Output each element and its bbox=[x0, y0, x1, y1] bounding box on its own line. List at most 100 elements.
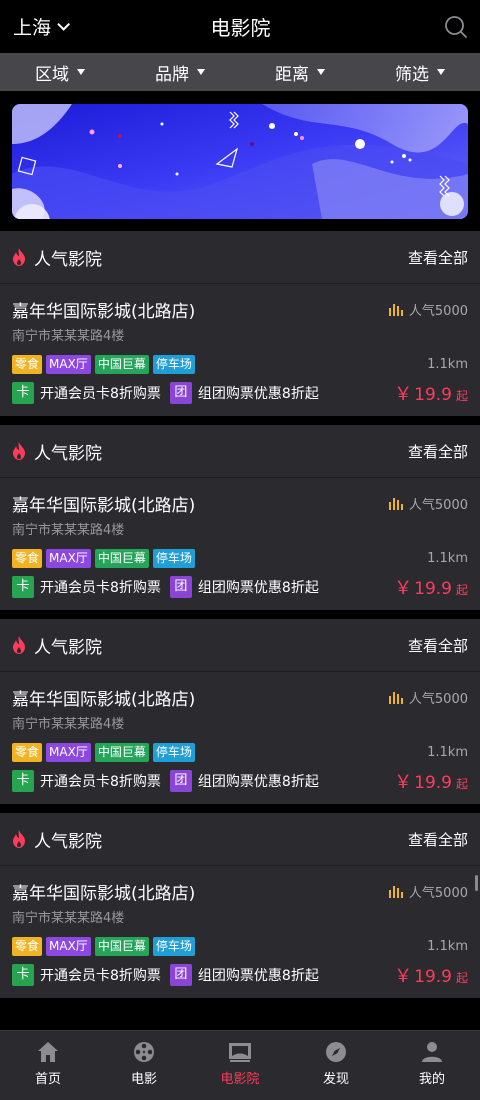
app-root: 上海 电影院 区域 品牌 距离 筛选 人气影院 查看全部 嘉年华国际影城(北路店… bbox=[0, 0, 480, 1100]
price-value: 19.9 bbox=[414, 579, 452, 599]
nav-label: 电影 bbox=[130, 1072, 157, 1087]
view-all-link[interactable]: 查看全部 bbox=[408, 247, 468, 268]
price: ￥ 19.9 起 bbox=[394, 768, 468, 794]
promo-group-text: 组团购票优惠8折起 bbox=[197, 386, 319, 402]
caret-down-icon bbox=[317, 69, 325, 75]
filter-label: 区域 bbox=[35, 64, 69, 85]
tag-max: MAX厅 bbox=[46, 936, 91, 956]
nav-cinemas[interactable]: 电影院 bbox=[192, 1031, 288, 1100]
tag-giant-screen: 中国巨幕 bbox=[94, 548, 149, 568]
city-label: 上海 bbox=[13, 17, 52, 39]
popularity-text: 人气5000 bbox=[408, 885, 468, 901]
distance: 1.1km bbox=[427, 938, 468, 954]
filter-area[interactable]: 区域 bbox=[0, 60, 120, 85]
card-badge: 卡 bbox=[12, 382, 34, 404]
flame-icon bbox=[12, 248, 26, 266]
bar-chart-icon bbox=[388, 496, 403, 510]
tag-max: MAX厅 bbox=[46, 548, 91, 568]
city-selector[interactable]: 上海 bbox=[13, 13, 93, 40]
promo-group: 团组团购票优惠8折起 bbox=[169, 576, 319, 598]
group-badge: 团 bbox=[169, 770, 192, 792]
cinema-address: 南宁市某某某路4楼 bbox=[12, 717, 125, 732]
tag-parking: 停车场 bbox=[152, 742, 195, 762]
price: ￥ 19.9 起 bbox=[394, 380, 468, 406]
view-all-link[interactable]: 查看全部 bbox=[408, 829, 468, 850]
filter-more[interactable]: 筛选 bbox=[360, 60, 480, 85]
popularity: 人气5000 bbox=[388, 688, 468, 707]
tag-snack: 零食 bbox=[12, 742, 43, 762]
tag-parking: 停车场 bbox=[152, 354, 195, 374]
cinema-card[interactable]: 嘉年华国际影城(北路店) 人气5000 南宁市某某某路4楼 零食 MAX厅 中国… bbox=[0, 672, 480, 804]
price-suffix: 起 bbox=[455, 777, 468, 791]
view-all-link[interactable]: 查看全部 bbox=[408, 441, 468, 462]
currency-symbol: ￥ bbox=[394, 578, 413, 599]
feature-tags: 零食 MAX厅 中国巨幕 停车场 bbox=[12, 354, 195, 374]
flame-icon bbox=[12, 636, 26, 654]
cinema-address: 南宁市某某某路4楼 bbox=[12, 911, 125, 926]
section-header: 人气影院 查看全部 bbox=[0, 619, 480, 672]
section-header: 人气影院 查看全部 bbox=[0, 425, 480, 478]
filter-distance[interactable]: 距离 bbox=[240, 60, 360, 85]
nav-home[interactable]: 首页 bbox=[0, 1031, 96, 1100]
section-title-wrap: 人气影院 bbox=[12, 827, 102, 852]
price: ￥ 19.9 起 bbox=[394, 962, 468, 988]
scrollbar-thumb[interactable] bbox=[475, 875, 478, 891]
cinema-screen-icon bbox=[229, 1043, 251, 1062]
tag-parking: 停车场 bbox=[152, 936, 195, 956]
nav-profile[interactable]: 我的 bbox=[384, 1031, 480, 1100]
feature-tags: 零食 MAX厅 中国巨幕 停车场 bbox=[12, 936, 195, 956]
card-badge: 卡 bbox=[12, 576, 34, 598]
search-icon bbox=[445, 15, 467, 38]
home-icon bbox=[38, 1042, 58, 1062]
cinema-address: 南宁市某某某路4楼 bbox=[12, 329, 125, 344]
search-button[interactable] bbox=[388, 15, 468, 39]
cinema-card[interactable]: 嘉年华国际影城(北路店) 人气5000 南宁市某某某路4楼 零食 MAX厅 中国… bbox=[0, 866, 480, 998]
view-all-link[interactable]: 查看全部 bbox=[408, 635, 468, 656]
cinema-section: 人气影院 查看全部 嘉年华国际影城(北路店) 人气5000 南宁市某某某路4楼 … bbox=[0, 425, 480, 610]
feature-tags: 零食 MAX厅 中国巨幕 停车场 bbox=[12, 742, 195, 762]
cinema-name: 嘉年华国际影城(北路店) bbox=[12, 883, 196, 904]
section-title: 人气影院 bbox=[34, 249, 102, 270]
price-value: 19.9 bbox=[414, 773, 452, 793]
bar-chart-icon bbox=[388, 690, 403, 704]
nav-label: 我的 bbox=[418, 1072, 445, 1087]
tag-max: MAX厅 bbox=[46, 354, 91, 374]
promo-group: 团组团购票优惠8折起 bbox=[169, 770, 319, 792]
promos: 卡开通会员卡8折购票 团组团购票优惠8折起 bbox=[12, 964, 328, 986]
cinema-name: 嘉年华国际影城(北路店) bbox=[12, 495, 196, 516]
cinema-section: 人气影院 查看全部 嘉年华国际影城(北路店) 人气5000 南宁市某某某路4楼 … bbox=[0, 813, 480, 998]
bottom-nav: 首页 电影 电影院 发现 我的 bbox=[0, 1030, 480, 1100]
bar-chart-icon bbox=[388, 884, 403, 898]
group-badge: 团 bbox=[169, 576, 192, 598]
card-badge: 卡 bbox=[12, 770, 34, 792]
currency-symbol: ￥ bbox=[394, 966, 413, 987]
promo-banner[interactable] bbox=[12, 104, 468, 219]
cinema-card[interactable]: 嘉年华国际影城(北路店) 人气5000 南宁市某某某路4楼 零食 MAX厅 中国… bbox=[0, 478, 480, 610]
cinema-card[interactable]: 嘉年华国际影城(北路店) 人气5000 南宁市某某某路4楼 零食 MAX厅 中国… bbox=[0, 284, 480, 416]
flame-icon bbox=[12, 442, 26, 460]
popularity-text: 人气5000 bbox=[408, 691, 468, 707]
nav-discover[interactable]: 发现 bbox=[288, 1031, 384, 1100]
popularity-text: 人气5000 bbox=[408, 497, 468, 513]
filter-label: 品牌 bbox=[155, 64, 189, 85]
user-icon bbox=[422, 1042, 442, 1062]
tag-giant-screen: 中国巨幕 bbox=[94, 354, 149, 374]
price-suffix: 起 bbox=[455, 583, 468, 597]
group-badge: 团 bbox=[169, 382, 192, 404]
currency-symbol: ￥ bbox=[394, 772, 413, 793]
promos: 卡开通会员卡8折购票 团组团购票优惠8折起 bbox=[12, 382, 328, 404]
nav-label: 首页 bbox=[34, 1072, 61, 1087]
section-title-wrap: 人气影院 bbox=[12, 439, 102, 464]
filter-label: 筛选 bbox=[395, 64, 429, 85]
promos: 卡开通会员卡8折购票 团组团购票优惠8折起 bbox=[12, 576, 328, 598]
distance: 1.1km bbox=[427, 550, 468, 566]
flame-icon bbox=[12, 830, 26, 848]
currency-symbol: ￥ bbox=[394, 384, 413, 405]
tag-snack: 零食 bbox=[12, 354, 43, 374]
tag-parking: 停车场 bbox=[152, 548, 195, 568]
cinema-name: 嘉年华国际影城(北路店) bbox=[12, 689, 196, 710]
filter-brand[interactable]: 品牌 bbox=[120, 60, 240, 85]
filter-bar: 区域 品牌 距离 筛选 bbox=[0, 53, 480, 91]
section-header: 人气影院 查看全部 bbox=[0, 231, 480, 284]
nav-movies[interactable]: 电影 bbox=[96, 1031, 192, 1100]
